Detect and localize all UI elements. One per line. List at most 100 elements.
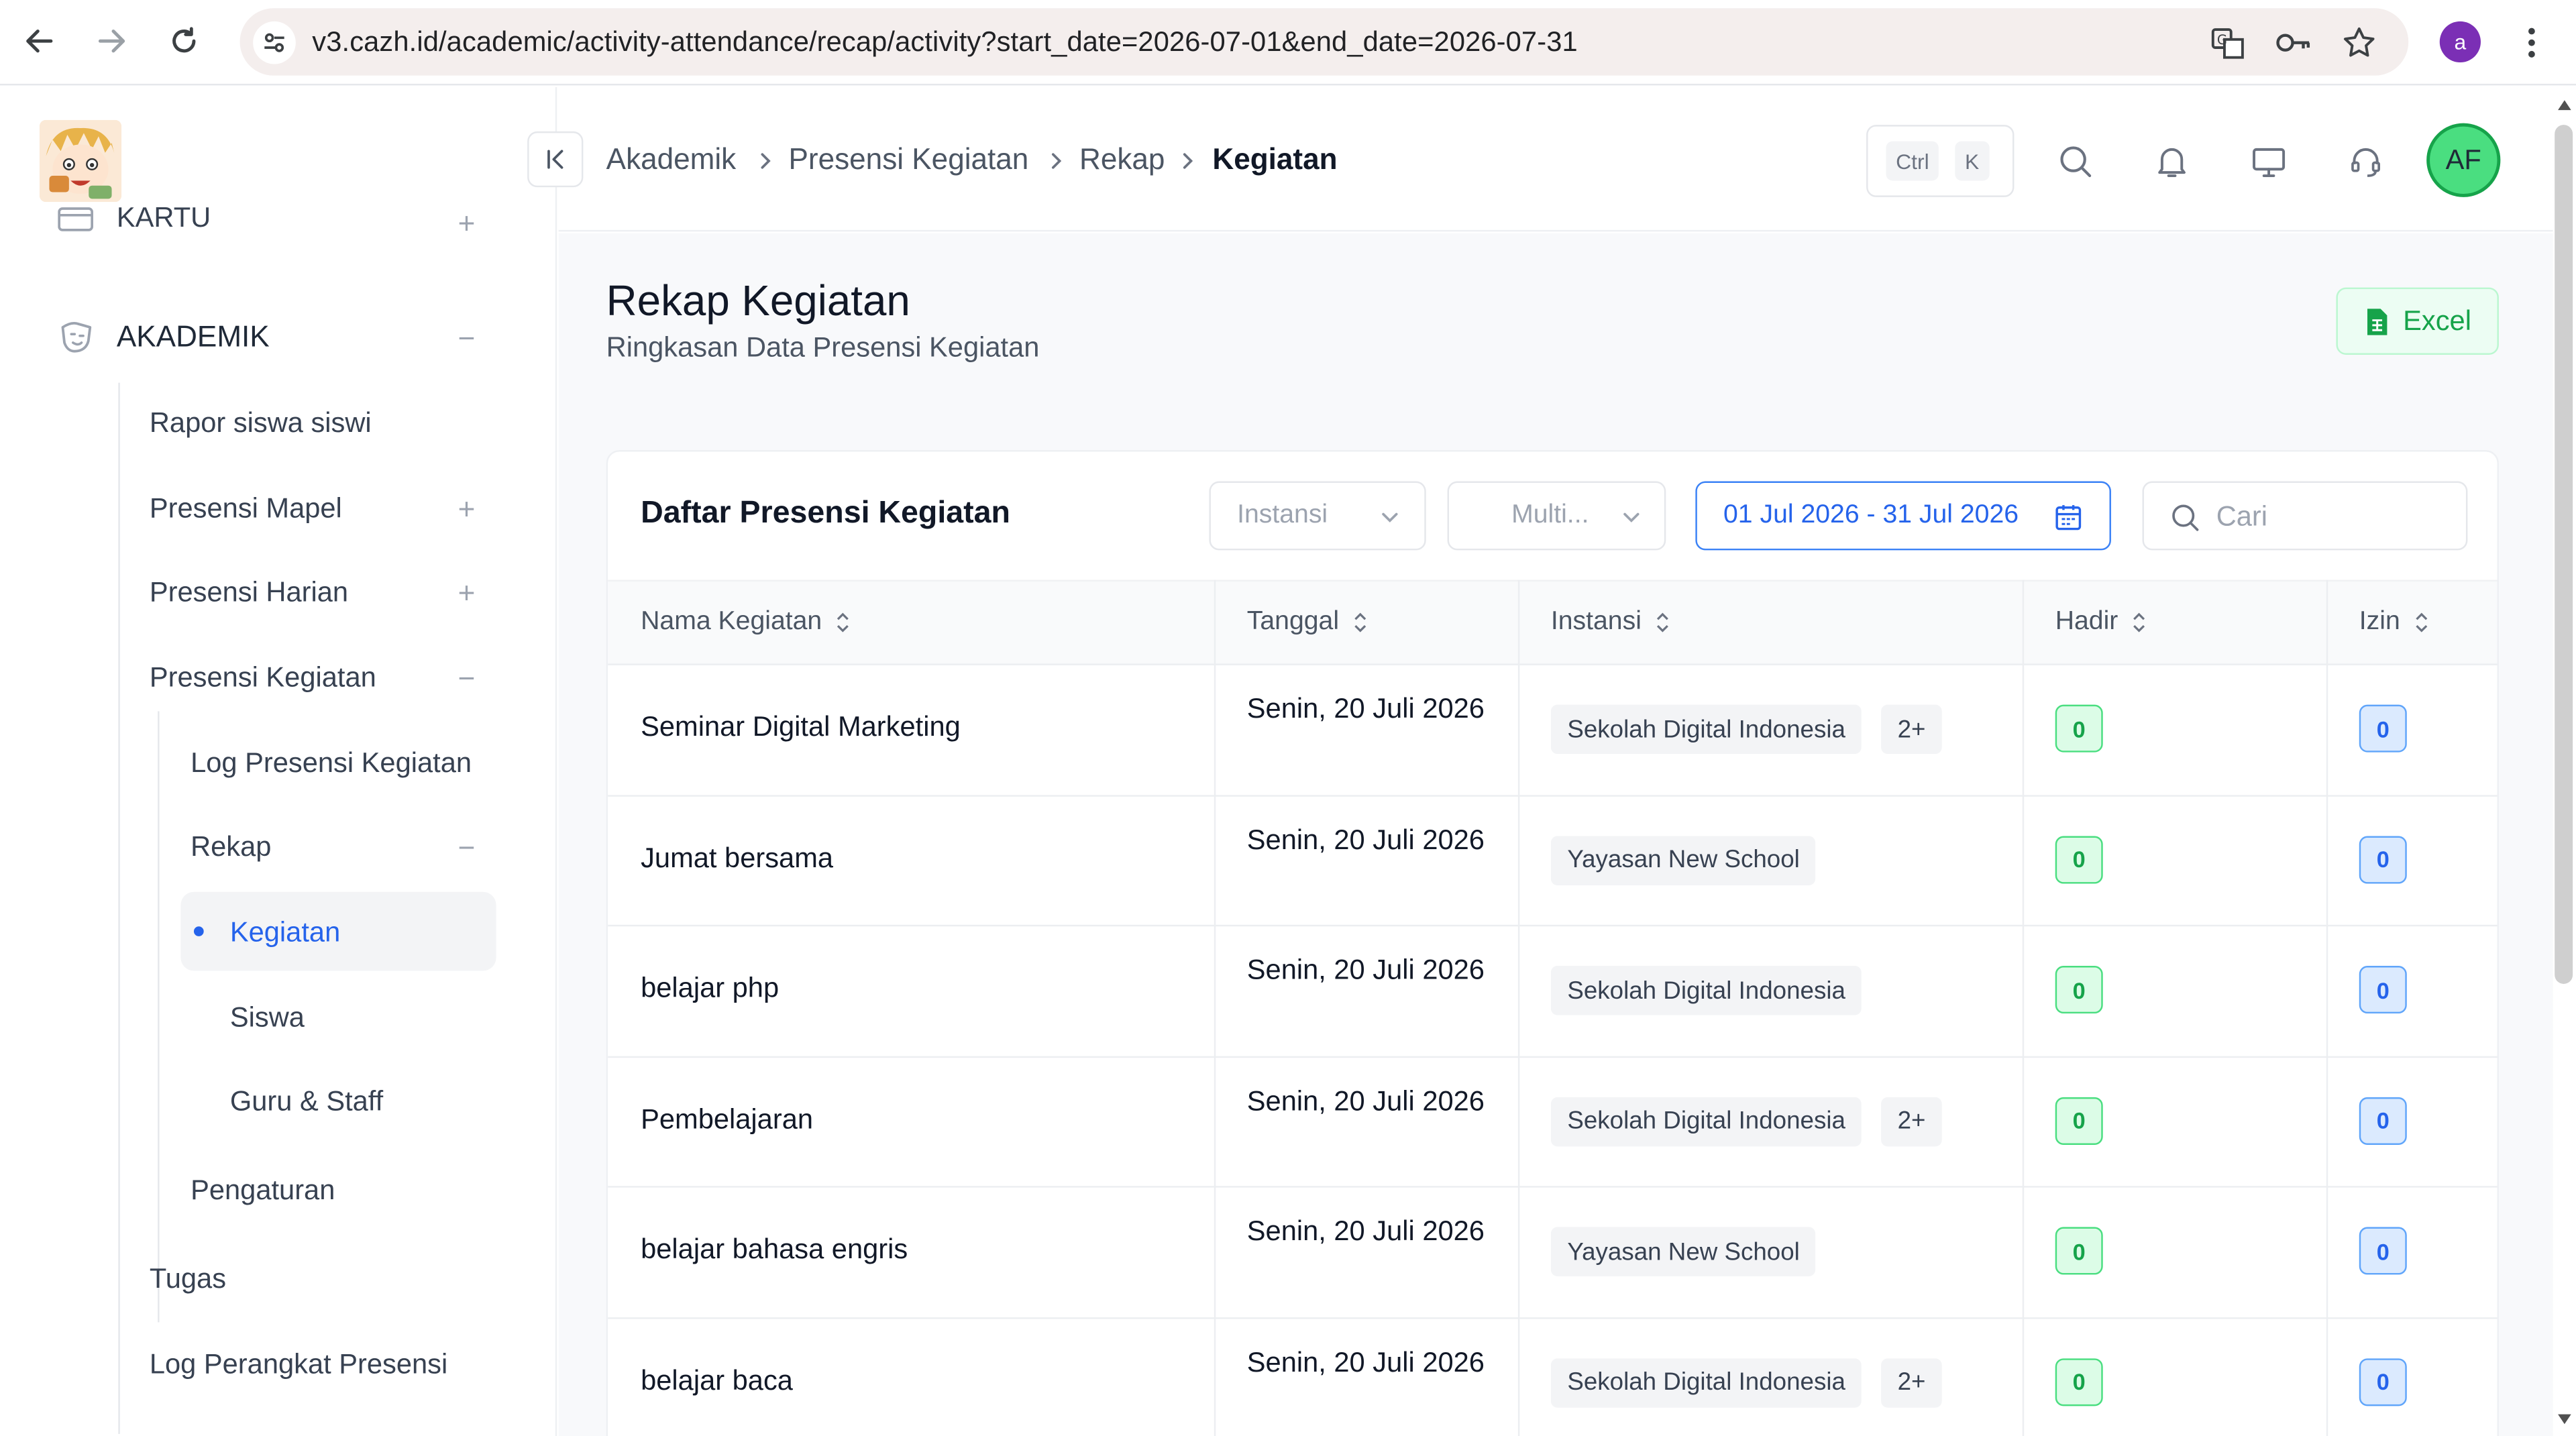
forward-icon[interactable] [91,19,133,62]
hadir-count: 0 [2055,835,2103,883]
activity-date: Senin, 20 Juli 2026 [1246,693,1485,725]
table-row[interactable]: belajar php Senin, 20 Juli 2026 Sekolah … [608,926,2498,1057]
search-icon[interactable] [2053,140,2096,182]
reload-icon[interactable] [162,19,205,62]
sidebar-item-pengaturan[interactable]: Pengaturan [191,1174,335,1207]
column-header-hadir[interactable]: Hadir [2055,608,2148,637]
sort-icon [2416,612,2428,632]
instansi-more-tag[interactable]: 2+ [1881,704,1942,755]
export-excel-button[interactable]: Excel [2336,287,2499,355]
instansi-tag: Sekolah Digital Indonesia [1550,704,1862,755]
breadcrumb-rekap[interactable]: Rekap [1079,143,1165,177]
monitor-icon[interactable] [2247,140,2290,182]
sort-icon [2133,612,2145,632]
instansi-select[interactable]: Instansi [1209,481,1426,551]
chevron-down-icon [1623,512,1640,522]
sidebar-item-guru-staff[interactable]: Guru & Staff [230,1086,383,1119]
headset-icon[interactable] [2345,140,2387,182]
sidebar-item-presensi-harian[interactable]: Presensi Harian [150,577,348,610]
breadcrumb-kegiatan: Kegiatan [1212,143,1338,176]
table-row[interactable]: Seminar Digital Marketing Senin, 20 Juli… [608,665,2498,796]
izin-count: 0 [2359,704,2407,753]
column-header-instansi[interactable]: Instansi [1551,608,1671,637]
spreadsheet-icon [2367,308,2387,335]
sidebar-item-presensi-kegiatan[interactable]: Presensi Kegiatan [150,662,376,695]
search-input[interactable] [2216,498,2447,537]
collapse-icon[interactable]: − [453,321,480,354]
sidebar-menu: KARTU + AKADEMIK − Rapor siswa siswi Pre… [0,205,555,1436]
back-icon[interactable] [18,19,61,62]
expand-icon[interactable]: + [453,492,480,524]
chevron-right-icon [1045,148,1068,174]
expand-icon[interactable]: + [453,206,480,239]
column-label: Nama Kegiatan [641,608,822,636]
table-row[interactable]: Pembelajaran Senin, 20 Juli 2026 Sekolah… [608,1057,2498,1188]
hadir-count: 0 [2055,1358,2103,1406]
card-title: Daftar Presensi Kegiatan [641,496,1010,531]
key-icon[interactable] [2273,23,2313,62]
column-header-izin[interactable]: Izin [2359,608,2430,637]
sidebar-item-tugas[interactable]: Tugas [150,1263,226,1296]
scroll-up-icon[interactable] [2555,95,2574,115]
column-header-tanggal[interactable]: Tanggal [1247,608,1368,637]
column-label: Tanggal [1246,608,1340,636]
activity-name: Jumat bersama [641,842,834,873]
instansi-tag: Yayasan New School [1550,1227,1817,1276]
expand-icon[interactable]: + [453,575,480,608]
kbd-k: K [1955,141,1989,181]
instansi-more-tag[interactable]: 2+ [1881,1096,1942,1146]
table-row[interactable]: Jumat bersama Senin, 20 Juli 2026 Yayasa… [608,796,2498,927]
scrollbar-thumb[interactable] [2555,125,2573,984]
active-dot-icon [193,926,204,936]
collapse-left-icon [547,150,564,169]
command-palette-button[interactable]: Ctrl K [1866,125,2015,197]
user-avatar[interactable]: AF [2426,123,2501,197]
page-subtitle: Ringkasan Data Presensi Kegiatan [606,331,1040,364]
sidebar-item-siswa[interactable]: Siswa [230,1002,305,1035]
breadcrumb-akademik[interactable]: Akademik [606,143,737,177]
sidebar-item-kegiatan[interactable]: Kegiatan [230,917,340,950]
translate-icon[interactable]: G [2208,23,2247,62]
app-logo[interactable] [39,119,122,203]
hadir-count: 0 [2055,1096,2103,1144]
date-range-picker[interactable]: 01 Jul 2026 - 31 Jul 2026 [1695,481,2111,551]
chevron-right-icon [1176,148,1199,174]
search-field[interactable] [2142,481,2468,551]
collapse-icon[interactable]: − [453,661,480,694]
instansi-tag: Sekolah Digital Indonesia [1550,1358,1862,1407]
activity-date: Senin, 20 Juli 2026 [1246,1085,1485,1117]
sidebar-item-kartu[interactable]: KARTU [56,205,211,238]
izin-count: 0 [2359,966,2407,1014]
hadir-count: 0 [2055,966,2103,1014]
activity-date: Senin, 20 Juli 2026 [1246,1345,1485,1378]
instansi-tag: Sekolah Digital Indonesia [1550,1096,1862,1146]
sidebar-item-akademik[interactable]: AKADEMIK [56,317,270,358]
activity-table-card: Daftar Presensi Kegiatan Instansi Multi.… [606,450,2499,1436]
date-range-value: 01 Jul 2026 - 31 Jul 2026 [1723,500,2019,529]
column-header-nama[interactable]: Nama Kegiatan [641,608,851,637]
browser-toolbar: v3.cazh.id/academic/activity-attendance/… [0,0,2576,86]
instansi-more-tag[interactable]: 2+ [1881,1358,1942,1407]
calendar-icon [2055,505,2082,531]
breadcrumb-presensi-kegiatan[interactable]: Presensi Kegiatan [789,143,1029,177]
star-icon[interactable] [2339,23,2379,62]
more-menu-icon[interactable] [2515,23,2548,62]
address-bar[interactable]: v3.cazh.id/academic/activity-attendance/… [239,8,2409,76]
scroll-down-icon[interactable] [2555,1409,2574,1429]
collapse-icon[interactable]: − [453,830,480,863]
sidebar-item-log-presensi-kegiatan[interactable]: Log Presensi Kegiatan [191,747,472,780]
column-label: Hadir [2055,608,2118,636]
profile-avatar[interactable]: a [2439,21,2481,63]
sidebar-item-rapor[interactable]: Rapor siswa siswi [150,407,372,440]
multi-select[interactable]: Multi... [1447,481,1666,551]
search-icon [2172,504,2199,531]
sidebar-item-rekap[interactable]: Rekap [191,831,271,864]
bell-icon[interactable] [2151,140,2194,182]
site-settings-icon[interactable] [253,21,296,64]
collapse-sidebar-button[interactable] [527,131,584,188]
table-row[interactable]: belajar bahasa engris Senin, 20 Juli 202… [608,1188,2498,1319]
sidebar-item-log-perangkat[interactable]: Log Perangkat Presensi [150,1349,447,1382]
sidebar-item-presensi-mapel[interactable]: Presensi Mapel [150,493,342,526]
url-text[interactable]: v3.cazh.id/academic/activity-attendance/… [312,26,1577,59]
table-row[interactable]: belajar baca Senin, 20 Juli 2026 Sekolah… [608,1318,2497,1436]
